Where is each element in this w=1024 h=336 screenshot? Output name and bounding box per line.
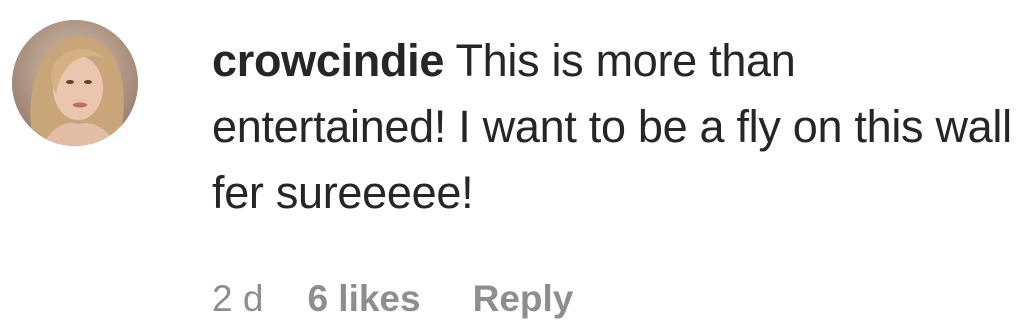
reply-button[interactable]: Reply xyxy=(473,278,574,320)
likes-count[interactable]: 6 likes xyxy=(307,278,420,320)
comment-body: crowcindie This is more than entertained… xyxy=(212,28,1012,226)
comment: crowcindie This is more than entertained… xyxy=(0,0,1024,336)
comment-timestamp[interactable]: 2 d xyxy=(212,278,263,320)
comment-text-block: crowcindie This is more than entertained… xyxy=(212,28,1012,226)
avatar-image xyxy=(12,20,138,146)
comment-meta: 2 d 6 likes Reply xyxy=(212,274,573,324)
avatar[interactable] xyxy=(12,20,138,146)
username-link[interactable]: crowcindie xyxy=(212,35,444,86)
